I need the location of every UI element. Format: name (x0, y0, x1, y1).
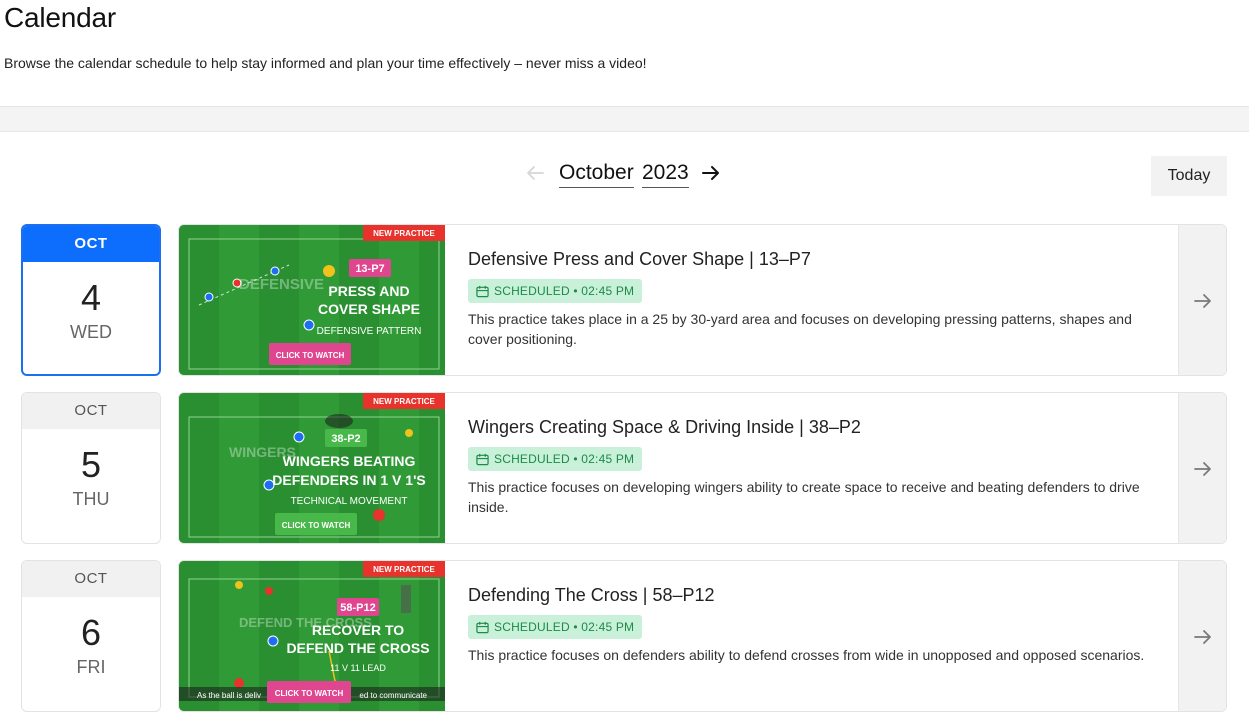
event-title[interactable]: Defensive Press and Cover Shape | 13–P7 (468, 247, 1168, 271)
status-text: SCHEDULED • 02:45 PM (494, 620, 635, 634)
thumb-code: 38-P2 (331, 433, 360, 445)
section-divider-band (0, 106, 1249, 132)
page-subtitle: Browse the calendar schedule to help sta… (4, 55, 647, 71)
thumb-sub: TECHNICAL MOVEMENT (291, 496, 408, 507)
event-description: This practice takes place in a 25 by 30-… (468, 311, 1132, 347)
date-day: 4 (80, 277, 102, 318)
thumb-code: 13-P7 (355, 263, 384, 275)
arrow-left-icon[interactable] (524, 162, 548, 186)
arrow-right-icon (1193, 462, 1211, 476)
date-weekday: WED (70, 322, 112, 342)
open-event-button[interactable] (1178, 393, 1226, 543)
date-day: 6 (80, 612, 102, 653)
month-navigation: October 2023 Today (0, 156, 1249, 196)
thumb-code: 58-P12 (340, 602, 375, 614)
date-month: OCT (22, 393, 160, 429)
event-card: DEFEND THE CROSS NEW PRACTICE 58-P12 REC… (178, 560, 1227, 712)
page-title: Calendar (4, 2, 117, 33)
practice-thumbnail[interactable]: DEFENSIVE NEW PRACTICE 13-P7 PRESS AND C… (179, 225, 445, 375)
today-button[interactable]: Today (1151, 156, 1227, 196)
date-weekday: FRI (76, 657, 106, 677)
thumb-line1: RECOVER TO (312, 622, 404, 638)
date-month: OCT (22, 561, 160, 597)
thumb-tag: NEW PRACTICE (373, 397, 435, 406)
calendar-icon (476, 453, 489, 465)
arrow-right-icon (1193, 294, 1211, 308)
event-body: Wingers Creating Space & Driving Inside … (468, 415, 1168, 517)
calendar-icon (476, 285, 489, 297)
month-selector[interactable]: October (559, 161, 634, 188)
thumb-sub: 11 V 11 LEAD (330, 663, 386, 673)
status-text: SCHEDULED • 02:45 PM (494, 284, 635, 298)
event-title[interactable]: Wingers Creating Space & Driving Inside … (468, 415, 1168, 439)
event-card: DEFENSIVE NEW PRACTICE 13-P7 PRESS AND C… (178, 224, 1227, 376)
event-description: This practice focuses on defenders abili… (468, 647, 1145, 663)
status-text: SCHEDULED • 02:45 PM (494, 452, 635, 466)
event-row: OCT 6 FRI DEFEND THE CROSS NEW PRACTICE (21, 560, 1227, 712)
thumb-caption-left: As the ball is deliv (197, 691, 261, 700)
event-body: Defending The Cross | 58–P12 SCHEDULED •… (468, 583, 1168, 665)
thumb-sub: DEFENSIVE PATTERN (317, 326, 422, 337)
event-row: OCT 4 WED DEFENSIVE NEW PRACTICE 13-P7 P… (21, 224, 1227, 376)
thumb-line1: WINGERS BEATING (283, 453, 416, 469)
status-badge: SCHEDULED • 02:45 PM (468, 447, 643, 471)
thumb-line2: DEFEND THE CROSS (286, 640, 429, 656)
thumb-cta: CLICK TO WATCH (275, 689, 344, 698)
event-title[interactable]: Defending The Cross | 58–P12 (468, 583, 1168, 607)
practice-thumbnail[interactable]: WINGERS NEW PRACTICE 38-P2 WINGERS BEATI… (179, 393, 445, 543)
thumb-cta: CLICK TO WATCH (282, 521, 351, 530)
thumb-caption-right: ed to communicate (359, 691, 427, 700)
thumb-cta: CLICK TO WATCH (276, 351, 345, 360)
event-card: WINGERS NEW PRACTICE 38-P2 WINGERS BEATI… (178, 392, 1227, 544)
arrow-right-icon[interactable] (700, 162, 724, 186)
calendar-icon (476, 621, 489, 633)
thumb-line2: DEFENDERS IN 1 V 1'S (272, 472, 425, 488)
open-event-button[interactable] (1178, 561, 1226, 711)
event-description: This practice focuses on developing wing… (468, 479, 1140, 515)
date-card[interactable]: OCT 6 FRI (21, 560, 161, 712)
status-badge: SCHEDULED • 02:45 PM (468, 279, 643, 303)
thumb-line1: PRESS AND (328, 283, 409, 299)
date-card[interactable]: OCT 4 WED (21, 224, 161, 376)
thumb-watermark: DEFENSIVE (239, 276, 324, 293)
practice-thumbnail[interactable]: DEFEND THE CROSS NEW PRACTICE 58-P12 REC… (179, 561, 445, 711)
thumb-line2: COVER SHAPE (318, 301, 420, 317)
year-selector[interactable]: 2023 (642, 161, 689, 188)
thumb-tag: NEW PRACTICE (373, 229, 435, 238)
arrow-right-icon (1193, 630, 1211, 644)
thumb-tag: NEW PRACTICE (373, 565, 435, 574)
status-badge: SCHEDULED • 02:45 PM (468, 615, 643, 639)
date-card[interactable]: OCT 5 THU (21, 392, 161, 544)
event-body: Defensive Press and Cover Shape | 13–P7 … (468, 247, 1168, 349)
date-month: OCT (23, 226, 159, 262)
event-row: OCT 5 THU WINGERS NEW PRACTICE 38-P2 WIN… (21, 392, 1227, 544)
date-day: 5 (80, 444, 102, 485)
date-weekday: THU (72, 489, 110, 509)
open-event-button[interactable] (1178, 225, 1226, 375)
